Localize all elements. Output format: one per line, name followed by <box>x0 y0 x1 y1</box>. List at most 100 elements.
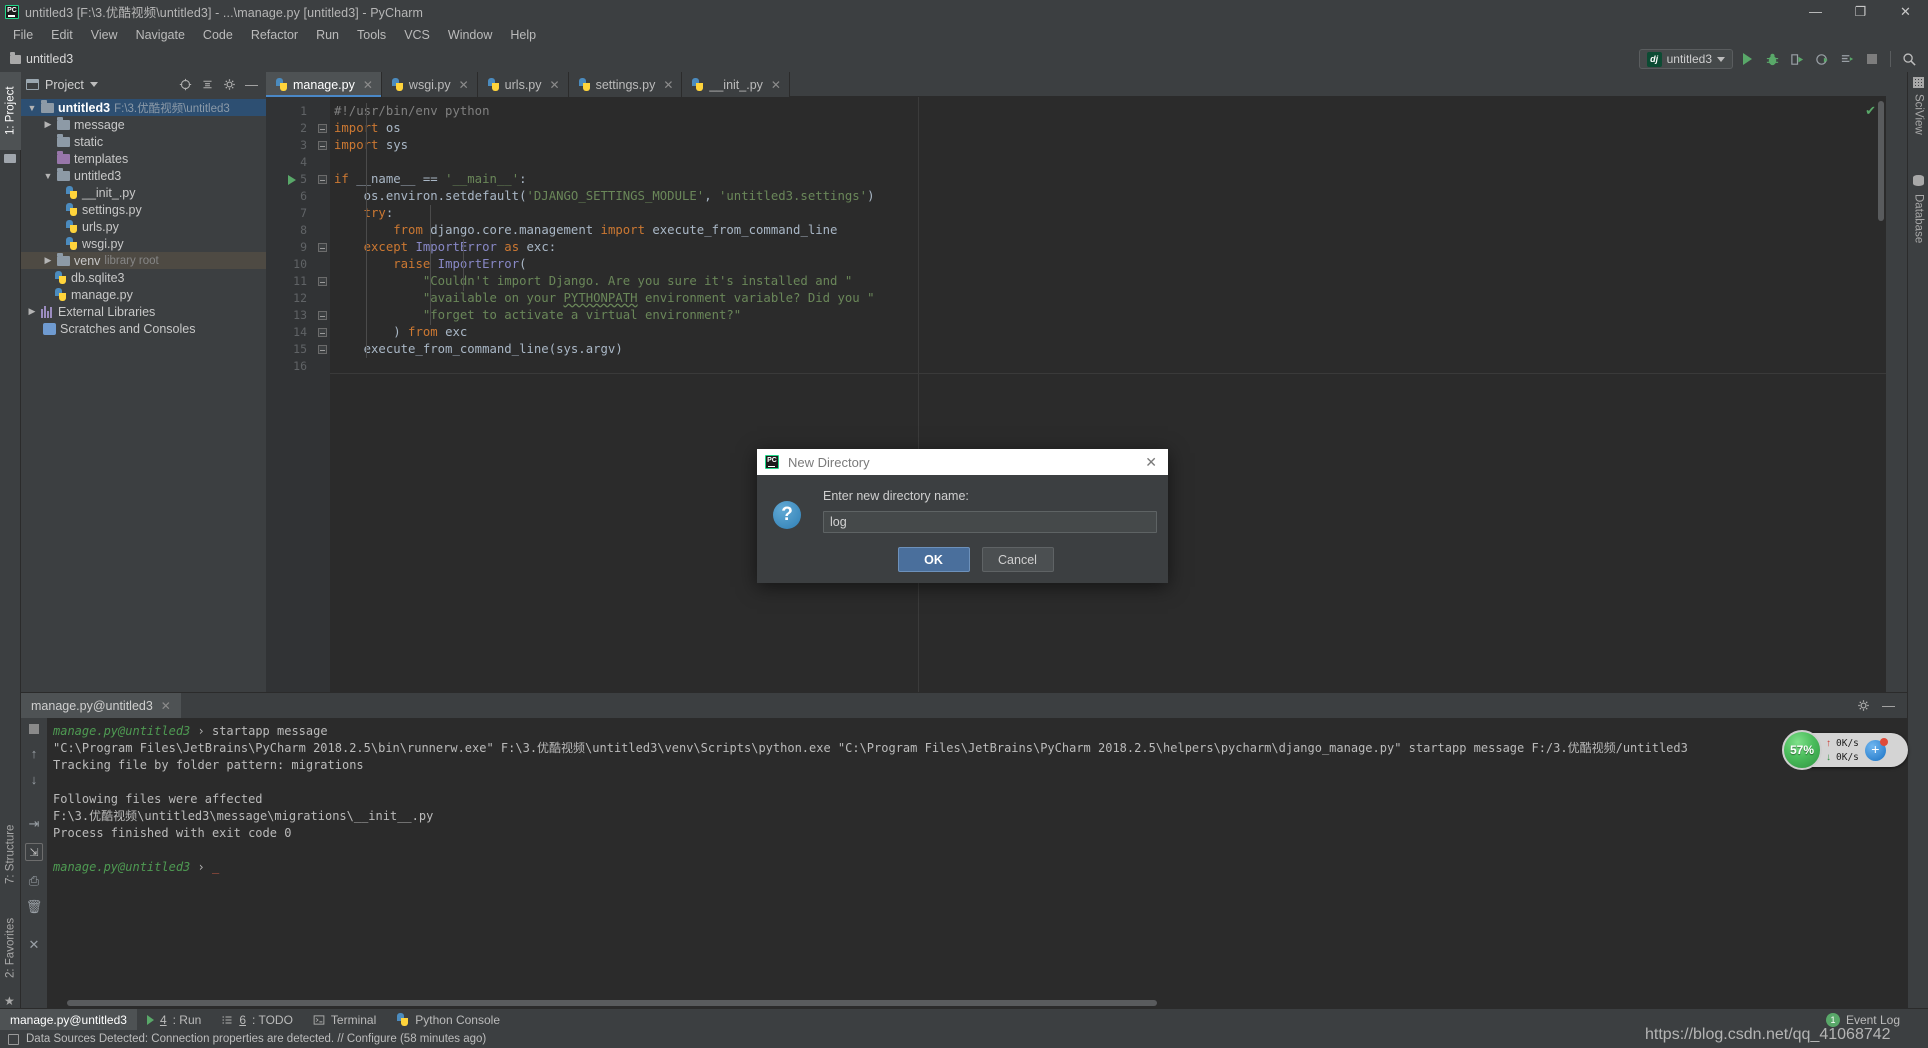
close-icon[interactable]: ✕ <box>161 699 171 713</box>
bottom-tab-python-console[interactable]: Python Console <box>386 1009 510 1031</box>
run-tab-manage-py[interactable]: manage.py@untitled3 ✕ <box>21 693 181 718</box>
search-everywhere-icon[interactable] <box>1898 48 1920 70</box>
cancel-button[interactable]: Cancel <box>981 547 1054 572</box>
tree-item-untitled3-root[interactable]: ▼ untitled3 F:\3.优酷视频\untitled3 <box>21 99 266 116</box>
directory-name-input[interactable] <box>823 511 1157 533</box>
profile-icon[interactable] <box>1811 48 1833 70</box>
tree-item-manage-py[interactable]: manage.py <box>21 286 266 303</box>
editor-scrollbar[interactable] <box>1878 101 1884 221</box>
down-arrow-icon[interactable]: ↓ <box>31 773 38 786</box>
fold-marker[interactable] <box>314 137 330 154</box>
maximize-button[interactable]: ❐ <box>1838 0 1883 23</box>
tab-manage-py[interactable]: manage.py ✕ <box>266 72 382 97</box>
bottom-tab-run[interactable]: 4 : Run <box>137 1009 211 1031</box>
stop-icon[interactable] <box>1861 48 1883 70</box>
sidebar-item-database[interactable]: Database <box>1908 190 1928 276</box>
sidebar-item-sciview[interactable]: SciView <box>1908 90 1928 166</box>
tab-wsgi-py[interactable]: wsgi.py ✕ <box>382 72 478 97</box>
bottom-tab-todo[interactable]: 6 : TODO <box>211 1009 303 1031</box>
menu-code[interactable]: Code <box>194 26 242 44</box>
tree-item-scratches[interactable]: Scratches and Consoles <box>21 320 266 337</box>
chevron-down-icon[interactable]: ▼ <box>27 103 37 113</box>
chevron-right-icon[interactable]: ▶ <box>43 255 53 266</box>
hide-icon[interactable]: — <box>1882 699 1895 712</box>
tree-item-urls-py[interactable]: urls.py <box>21 218 266 235</box>
fold-marker[interactable] <box>314 120 330 137</box>
ok-button[interactable]: OK <box>897 547 970 572</box>
menu-tools[interactable]: Tools <box>348 26 395 44</box>
target-icon[interactable] <box>179 78 192 91</box>
memory-usage-indicator[interactable]: 57% <box>1782 730 1822 770</box>
close-icon[interactable]: ✕ <box>1140 454 1162 471</box>
chevron-down-icon[interactable] <box>89 82 98 87</box>
hide-icon[interactable]: — <box>245 78 258 91</box>
stop-icon[interactable] <box>29 724 39 734</box>
tree-item-external-libraries[interactable]: ▶ External Libraries <box>21 303 266 320</box>
status-message[interactable]: Data Sources Detected: Connection proper… <box>26 1033 486 1045</box>
clear-all-icon[interactable]: 🗑 <box>26 900 43 913</box>
fold-gutter[interactable] <box>288 97 330 692</box>
run-coverage-icon[interactable] <box>1786 48 1808 70</box>
gear-icon[interactable] <box>1857 699 1870 712</box>
event-log-area[interactable]: 1 Event Log <box>1825 1012 1928 1027</box>
menu-help[interactable]: Help <box>501 26 545 44</box>
close-icon[interactable]: ✕ <box>29 938 40 951</box>
tree-item-settings-py[interactable]: settings.py <box>21 201 266 218</box>
inspection-status-icon[interactable]: ✔ <box>1865 103 1876 119</box>
sidebar-item-structure[interactable]: 7: Structure <box>0 805 21 903</box>
chevron-down-icon[interactable]: ▼ <box>43 171 53 181</box>
menu-run[interactable]: Run <box>307 26 348 44</box>
sidebar-item-favorites[interactable]: 2: Favorites <box>0 902 21 994</box>
gear-icon[interactable] <box>223 78 236 91</box>
add-button[interactable]: + <box>1864 737 1888 761</box>
fold-marker[interactable] <box>288 171 330 188</box>
close-icon[interactable]: ✕ <box>550 78 560 92</box>
bottom-tab-manage-py[interactable]: manage.py@untitled3 <box>0 1008 137 1031</box>
console-hscrollbar[interactable] <box>67 1000 1157 1006</box>
code-content[interactable]: #!/usr/bin/env python import os import s… <box>330 97 1886 692</box>
tab-urls-py[interactable]: urls.py ✕ <box>478 72 569 97</box>
menu-view[interactable]: View <box>82 26 127 44</box>
tree-item-message[interactable]: ▶ message <box>21 116 266 133</box>
run-with-console-icon[interactable] <box>1836 48 1858 70</box>
memory-network-widget[interactable]: 57% ↑ 0K/s ↓ 0K/s + <box>1782 730 1908 770</box>
fold-marker[interactable] <box>314 239 330 256</box>
tab-settings-py[interactable]: settings.py ✕ <box>569 72 683 97</box>
tree-item-init-py[interactable]: __init_.py <box>21 184 266 201</box>
debug-icon[interactable] <box>1761 48 1783 70</box>
fold-marker[interactable] <box>314 307 330 324</box>
bottom-tab-terminal[interactable]: Terminal <box>303 1009 386 1031</box>
fold-marker[interactable] <box>314 324 330 341</box>
close-icon[interactable]: ✕ <box>363 78 373 92</box>
minimize-button[interactable]: — <box>1793 0 1838 23</box>
menu-edit[interactable]: Edit <box>42 26 82 44</box>
close-icon[interactable]: ✕ <box>771 78 781 92</box>
soft-wrap-icon[interactable]: ⇥ <box>29 817 40 830</box>
breadcrumb[interactable]: untitled3 <box>26 52 73 66</box>
menu-file[interactable]: File <box>4 26 42 44</box>
menu-vcs[interactable]: VCS <box>395 26 439 44</box>
close-icon[interactable]: ✕ <box>663 78 673 92</box>
fold-marker[interactable] <box>314 273 330 290</box>
up-arrow-icon[interactable]: ↑ <box>31 747 38 760</box>
tree-item-static[interactable]: static <box>21 133 266 150</box>
menu-window[interactable]: Window <box>439 26 501 44</box>
collapse-all-icon[interactable] <box>201 78 214 91</box>
tree-item-venv[interactable]: ▶ venv library root <box>21 252 266 269</box>
chevron-right-icon[interactable]: ▶ <box>43 119 53 130</box>
tree-item-untitled3-package[interactable]: ▼ untitled3 <box>21 167 266 184</box>
scroll-to-end-icon[interactable]: ⇲ <box>25 843 43 861</box>
tree-item-templates[interactable]: templates <box>21 150 266 167</box>
chevron-right-icon[interactable]: ▶ <box>27 306 37 317</box>
console-output[interactable]: manage.py@untitled3 › startapp message "… <box>47 718 1907 1009</box>
close-icon[interactable]: ✕ <box>459 78 469 92</box>
menu-navigate[interactable]: Navigate <box>127 26 194 44</box>
code-editor[interactable]: 1 2 3 4 5 6 7 8 9 10 11 12 13 14 15 16 #… <box>266 97 1886 692</box>
print-icon[interactable]: ⎙ <box>29 874 39 887</box>
tab-init-py[interactable]: __init_.py ✕ <box>682 72 790 97</box>
tree-item-db-sqlite3[interactable]: db.sqlite3 <box>21 269 266 286</box>
run-icon[interactable] <box>1736 48 1758 70</box>
tree-item-wsgi-py[interactable]: wsgi.py <box>21 235 266 252</box>
fold-marker[interactable] <box>314 341 330 358</box>
close-button[interactable]: ✕ <box>1883 0 1928 23</box>
